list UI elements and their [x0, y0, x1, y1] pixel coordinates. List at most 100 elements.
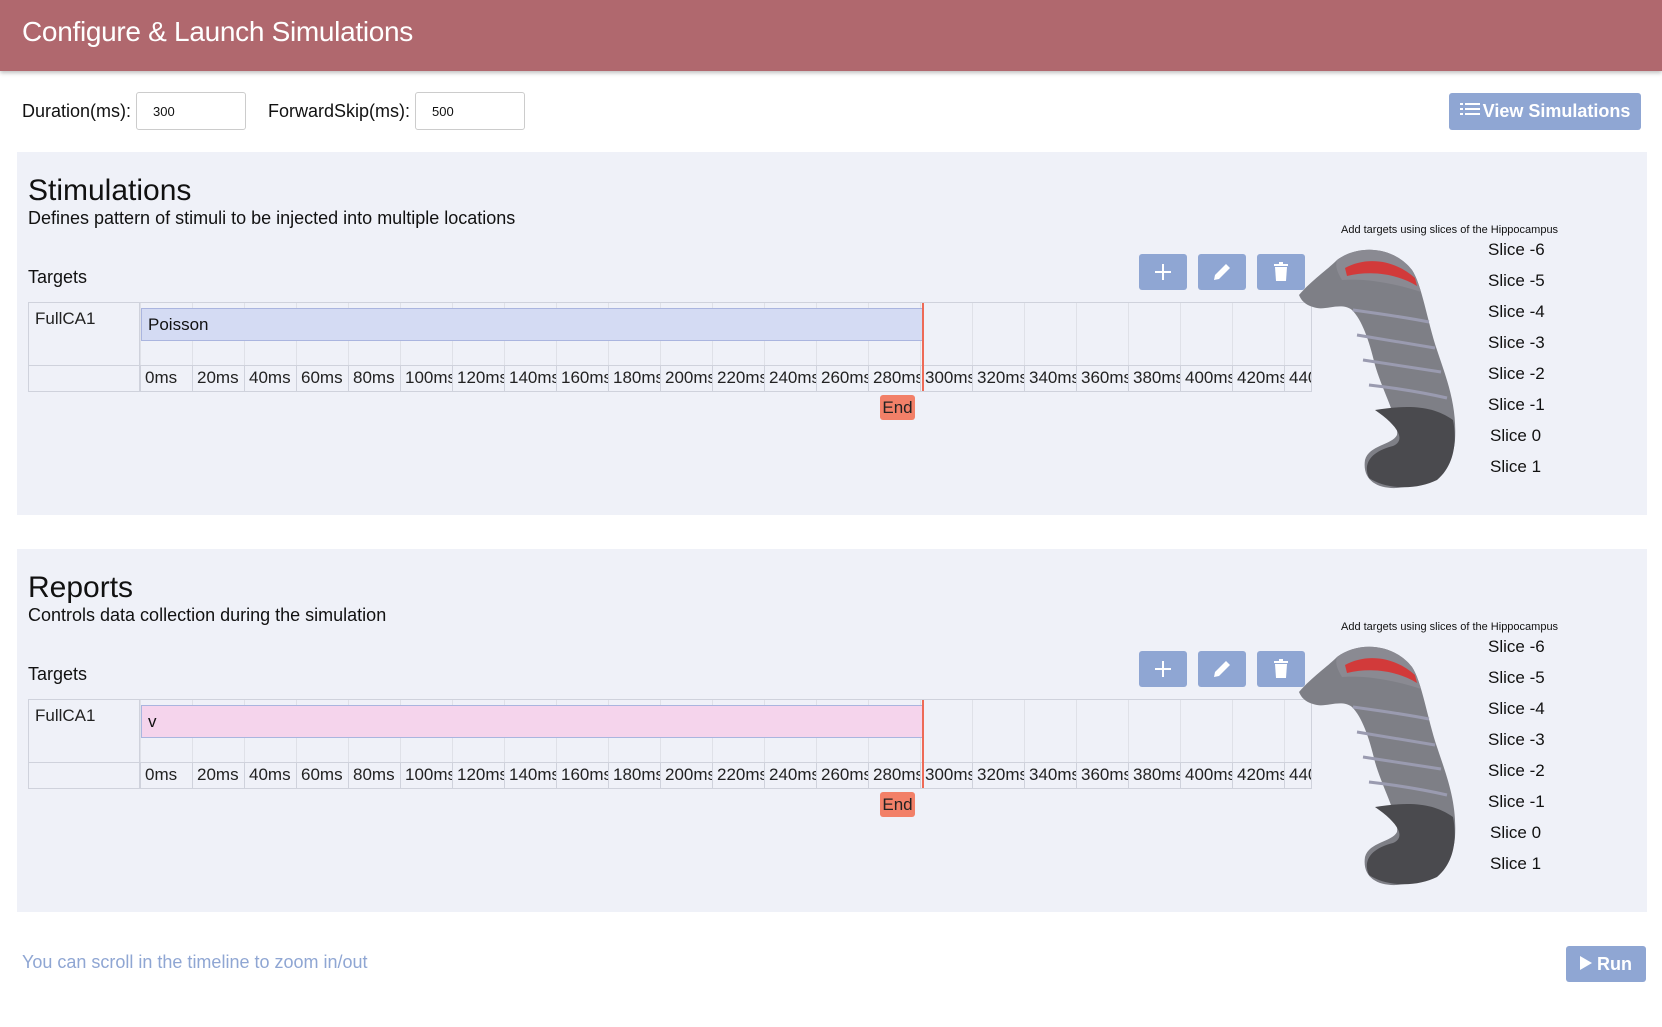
stimulations-timeline[interactable]: FullCA1 Poisson 0ms 20ms 40ms 60ms 80ms 100ms… [28, 302, 1312, 392]
timeline-tick-label: 220ms [712, 365, 764, 391]
slice-option[interactable]: Slice -4 [1488, 302, 1545, 322]
timeline-tick-label: 240ms [764, 762, 816, 788]
edit-report-button[interactable] [1198, 651, 1246, 687]
timeline-tick-label: 40ms [244, 762, 296, 788]
timeline-tick-label: 260ms [816, 365, 868, 391]
end-marker-label[interactable]: End [880, 792, 915, 817]
end-marker-label[interactable]: End [880, 395, 915, 420]
timeline-grid-line [1076, 303, 1077, 365]
reports-timeline[interactable]: FullCA1 v 0ms 20ms 40ms 60ms 80ms 100ms 120ms 1… [28, 699, 1312, 789]
slice-option[interactable]: Slice -4 [1488, 699, 1545, 719]
edit-stimulation-button[interactable] [1198, 254, 1246, 290]
timeline-tick-label: 40ms [244, 365, 296, 391]
timeline-grid-line [972, 303, 973, 365]
timeline-grid-line [1024, 303, 1025, 365]
timeline-tick-label: 80ms [348, 762, 400, 788]
pencil-icon [1214, 661, 1230, 677]
timeline-grid-line [1180, 303, 1181, 365]
timeline-target-column: FullCA1 [29, 700, 140, 788]
timeline-tick-label: 380ms [1128, 762, 1180, 788]
slice-option[interactable]: Slice 1 [1490, 854, 1541, 874]
timeline-grid-line [1232, 700, 1233, 762]
plus-icon [1155, 264, 1171, 280]
timeline-tick-label: 0ms [140, 365, 192, 391]
slice-option[interactable]: Slice 0 [1490, 823, 1541, 843]
timeline-tick-label: 240ms [764, 365, 816, 391]
timeline-tick-label: 300ms [920, 762, 972, 788]
reports-panel: Reports Controls data collection during … [17, 549, 1647, 912]
timeline-tick-label: 140ms [504, 762, 556, 788]
slice-option[interactable]: Slice -6 [1488, 240, 1545, 260]
timeline-tick-label: 200ms [660, 365, 712, 391]
run-button[interactable]: Run [1566, 946, 1646, 982]
report-item[interactable]: v [141, 705, 923, 738]
timeline-tick-label: 60ms [296, 365, 348, 391]
duration-input[interactable] [136, 92, 247, 130]
hippocampus-image[interactable] [1297, 637, 1467, 887]
timeline-tick-label: 280ms [868, 762, 920, 788]
timeline-tick-label: 300ms [920, 365, 972, 391]
timeline-grid-line [1024, 700, 1025, 762]
timeline-tick-label: 180ms [608, 762, 660, 788]
duration-label: Duration(ms): [22, 100, 132, 121]
timeline-tick-label: 20ms [192, 365, 244, 391]
timeline-tick-label: 340ms [1024, 365, 1076, 391]
timeline-tick-label: 120ms [452, 365, 504, 391]
timeline-grid-line [1180, 700, 1181, 762]
timeline-tick-label: 160ms [556, 762, 608, 788]
hippocampus-image[interactable] [1297, 240, 1467, 490]
timeline-tick-label: 200ms [660, 762, 712, 788]
timeline-target-name: FullCA1 [35, 706, 96, 725]
timeline-tick-label: 400ms [1180, 365, 1232, 391]
slice-option[interactable]: Slice -1 [1488, 395, 1545, 415]
hippocampus-selector: Add targets using slices of the Hippocam… [1267, 222, 1647, 492]
stimulation-item[interactable]: Poisson [141, 308, 923, 341]
timeline-track[interactable]: Poisson 0ms 20ms 40ms 60ms 80ms 100ms 120ms 140… [140, 303, 1311, 391]
slice-option[interactable]: Slice -6 [1488, 637, 1545, 657]
timeline-tick-label: 80ms [348, 365, 400, 391]
page-title: Configure & Launch Simulations [22, 16, 414, 47]
pencil-icon [1214, 264, 1230, 280]
timeline-tick-label: 380ms [1128, 365, 1180, 391]
forwardskip-input[interactable] [415, 92, 526, 130]
hippocampus-caption: Add targets using slices of the Hippocam… [1341, 621, 1559, 633]
timeline-tick-label: 320ms [972, 365, 1024, 391]
timeline-tick-label: 280ms [868, 365, 920, 391]
slice-option[interactable]: Slice -3 [1488, 730, 1545, 750]
timeline-tick-label: 120ms [452, 762, 504, 788]
plus-icon [1155, 661, 1171, 677]
slice-option[interactable]: Slice -5 [1488, 271, 1545, 291]
timeline-grid-line [972, 700, 973, 762]
timeline-track[interactable]: v 0ms 20ms 40ms 60ms 80ms 100ms 120ms 140ms 160m… [140, 700, 1311, 788]
stimulations-title: Stimulations [28, 174, 192, 207]
timeline-target-column: FullCA1 [29, 303, 140, 391]
zoom-hint: You can scroll in the timeline to zoom i… [22, 952, 368, 972]
slice-option[interactable]: Slice -5 [1488, 668, 1545, 688]
app-header: Configure & Launch Simulations [0, 0, 1662, 71]
slice-option[interactable]: Slice -2 [1488, 761, 1545, 781]
slice-option[interactable]: Slice -1 [1488, 792, 1545, 812]
timeline-grid-line [1232, 303, 1233, 365]
settings-row: Duration(ms): ForwardSkip(ms): [22, 92, 547, 130]
play-icon [1580, 954, 1592, 975]
stimulations-panel: Stimulations Defines pattern of stimuli … [17, 152, 1647, 515]
reports-targets-label: Targets [28, 664, 88, 684]
timeline-tick-label: 0ms [140, 762, 192, 788]
slice-option[interactable]: Slice -2 [1488, 364, 1545, 384]
timeline-tick-label: 180ms [608, 365, 660, 391]
run-label: Run [1597, 953, 1632, 974]
timeline-tick-label: 140ms [504, 365, 556, 391]
slice-option[interactable]: Slice 0 [1490, 426, 1541, 446]
view-simulations-label: View Simulations [1482, 101, 1631, 121]
add-stimulation-button[interactable] [1139, 254, 1187, 290]
timeline-tick-label: 60ms [296, 762, 348, 788]
list-icon [1459, 101, 1480, 122]
view-simulations-button[interactable]: View Simulations [1449, 93, 1641, 130]
hippocampus-selector: Add targets using slices of the Hippocam… [1267, 619, 1647, 889]
slice-option[interactable]: Slice -3 [1488, 333, 1545, 353]
timeline-tick-label: 400ms [1180, 762, 1232, 788]
slice-option[interactable]: Slice 1 [1490, 457, 1541, 477]
add-report-button[interactable] [1139, 651, 1187, 687]
timeline-tick-label: 220ms [712, 762, 764, 788]
reports-title: Reports [28, 571, 134, 604]
